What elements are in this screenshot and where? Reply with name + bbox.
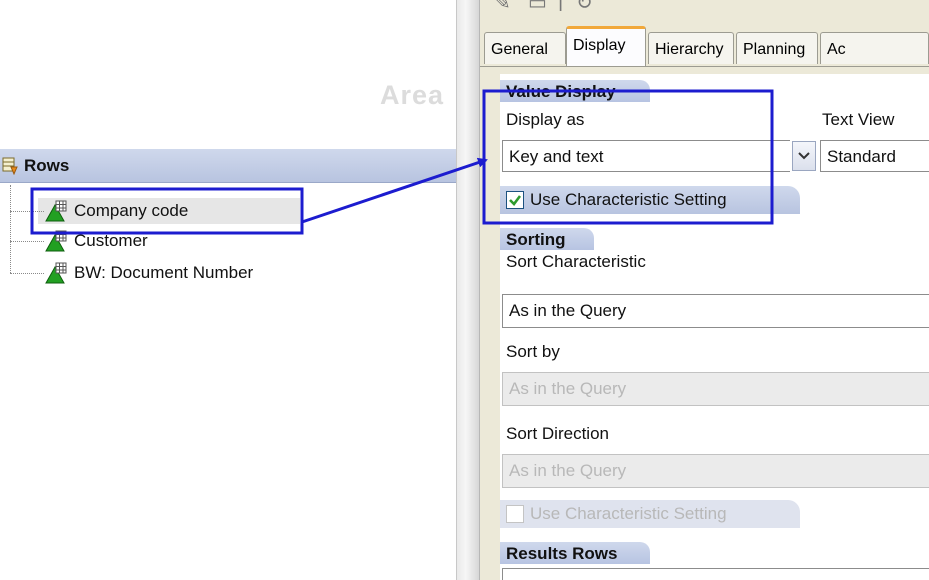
rows-header-label: Rows	[24, 156, 70, 175]
text-view-label: Text View	[822, 110, 895, 129]
toolbar: ✎ ▭ | ↻	[480, 0, 929, 22]
toolbar-save-icon[interactable]: ▭	[528, 0, 547, 15]
rows-pane: Area Rows Company code Customer BW: Docu…	[0, 0, 456, 580]
sort-direction-select[interactable]: As in the Query	[502, 454, 929, 488]
display-as-dropdown-button[interactable]	[792, 141, 816, 171]
tab-divider	[480, 66, 929, 67]
pane-splitter[interactable]	[456, 0, 480, 580]
tab-strip: General Display Hierarchy Planning Ac	[480, 26, 929, 66]
sort-characteristic-select[interactable]: As in the Query	[502, 294, 929, 328]
results-rows-title: Results Rows	[500, 542, 650, 564]
use-characteristic-setting-checkbox[interactable]	[506, 191, 524, 209]
sort-characteristic-label: Sort Characteristic	[506, 252, 646, 271]
sort-direction-label: Sort Direction	[506, 424, 609, 443]
characteristic-icon	[45, 262, 67, 284]
display-as-label: Display as	[506, 110, 585, 129]
sort-by-label: Sort by	[506, 342, 560, 361]
sorting-use-characteristic-setting[interactable]: Use Characteristic Setting	[500, 500, 800, 528]
sorting-title: Sorting	[500, 228, 594, 250]
characteristic-icon	[45, 200, 67, 222]
characteristic-icon	[45, 230, 67, 252]
tree-connector	[10, 273, 44, 274]
rows-icon	[2, 157, 18, 175]
results-rows-select[interactable]	[502, 568, 929, 580]
properties-pane: ✎ ▭ | ↻ General Display Hierarchy Planni…	[480, 0, 929, 580]
area-watermark: Area	[380, 80, 445, 110]
tree-connector	[10, 211, 44, 212]
toolbar-separator: |	[558, 0, 564, 12]
rows-header[interactable]: Rows	[0, 149, 456, 183]
tree-item-customer[interactable]: Customer	[0, 228, 456, 254]
tree-item-label: BW: Document Number	[74, 263, 254, 282]
display-tab-panel: Value Display Display as Text View Key a…	[500, 74, 929, 580]
tab-general[interactable]: General	[484, 32, 566, 64]
chevron-down-icon	[798, 152, 810, 160]
checkbox-label: Use Characteristic Setting	[530, 504, 727, 523]
sort-by-select[interactable]: As in the Query	[502, 372, 929, 406]
toolbar-link-icon[interactable]: ↻	[576, 0, 593, 15]
checkbox-label: Use Characteristic Setting	[530, 190, 727, 209]
tree-item-company-code[interactable]: Company code	[10, 198, 300, 224]
tree-item-bw-document-number[interactable]: BW: Document Number	[0, 260, 456, 286]
tab-display[interactable]: Display	[566, 26, 646, 66]
tab-more[interactable]: Ac	[820, 32, 929, 64]
display-as-select[interactable]: Key and text	[502, 140, 790, 172]
value-display-use-characteristic-setting[interactable]: Use Characteristic Setting	[500, 186, 800, 214]
checkmark-icon	[509, 195, 522, 206]
text-view-select[interactable]: Standard	[820, 140, 929, 172]
tree-item-label: Customer	[74, 231, 148, 250]
tree-item-label: Company code	[74, 201, 189, 220]
tree-connector	[10, 241, 44, 242]
value-display-title: Value Display	[500, 80, 650, 102]
tab-hierarchy[interactable]: Hierarchy	[648, 32, 734, 64]
use-characteristic-setting-checkbox[interactable]	[506, 505, 524, 523]
toolbar-pencil-icon[interactable]: ✎	[494, 0, 511, 15]
tab-planning[interactable]: Planning	[736, 32, 818, 64]
